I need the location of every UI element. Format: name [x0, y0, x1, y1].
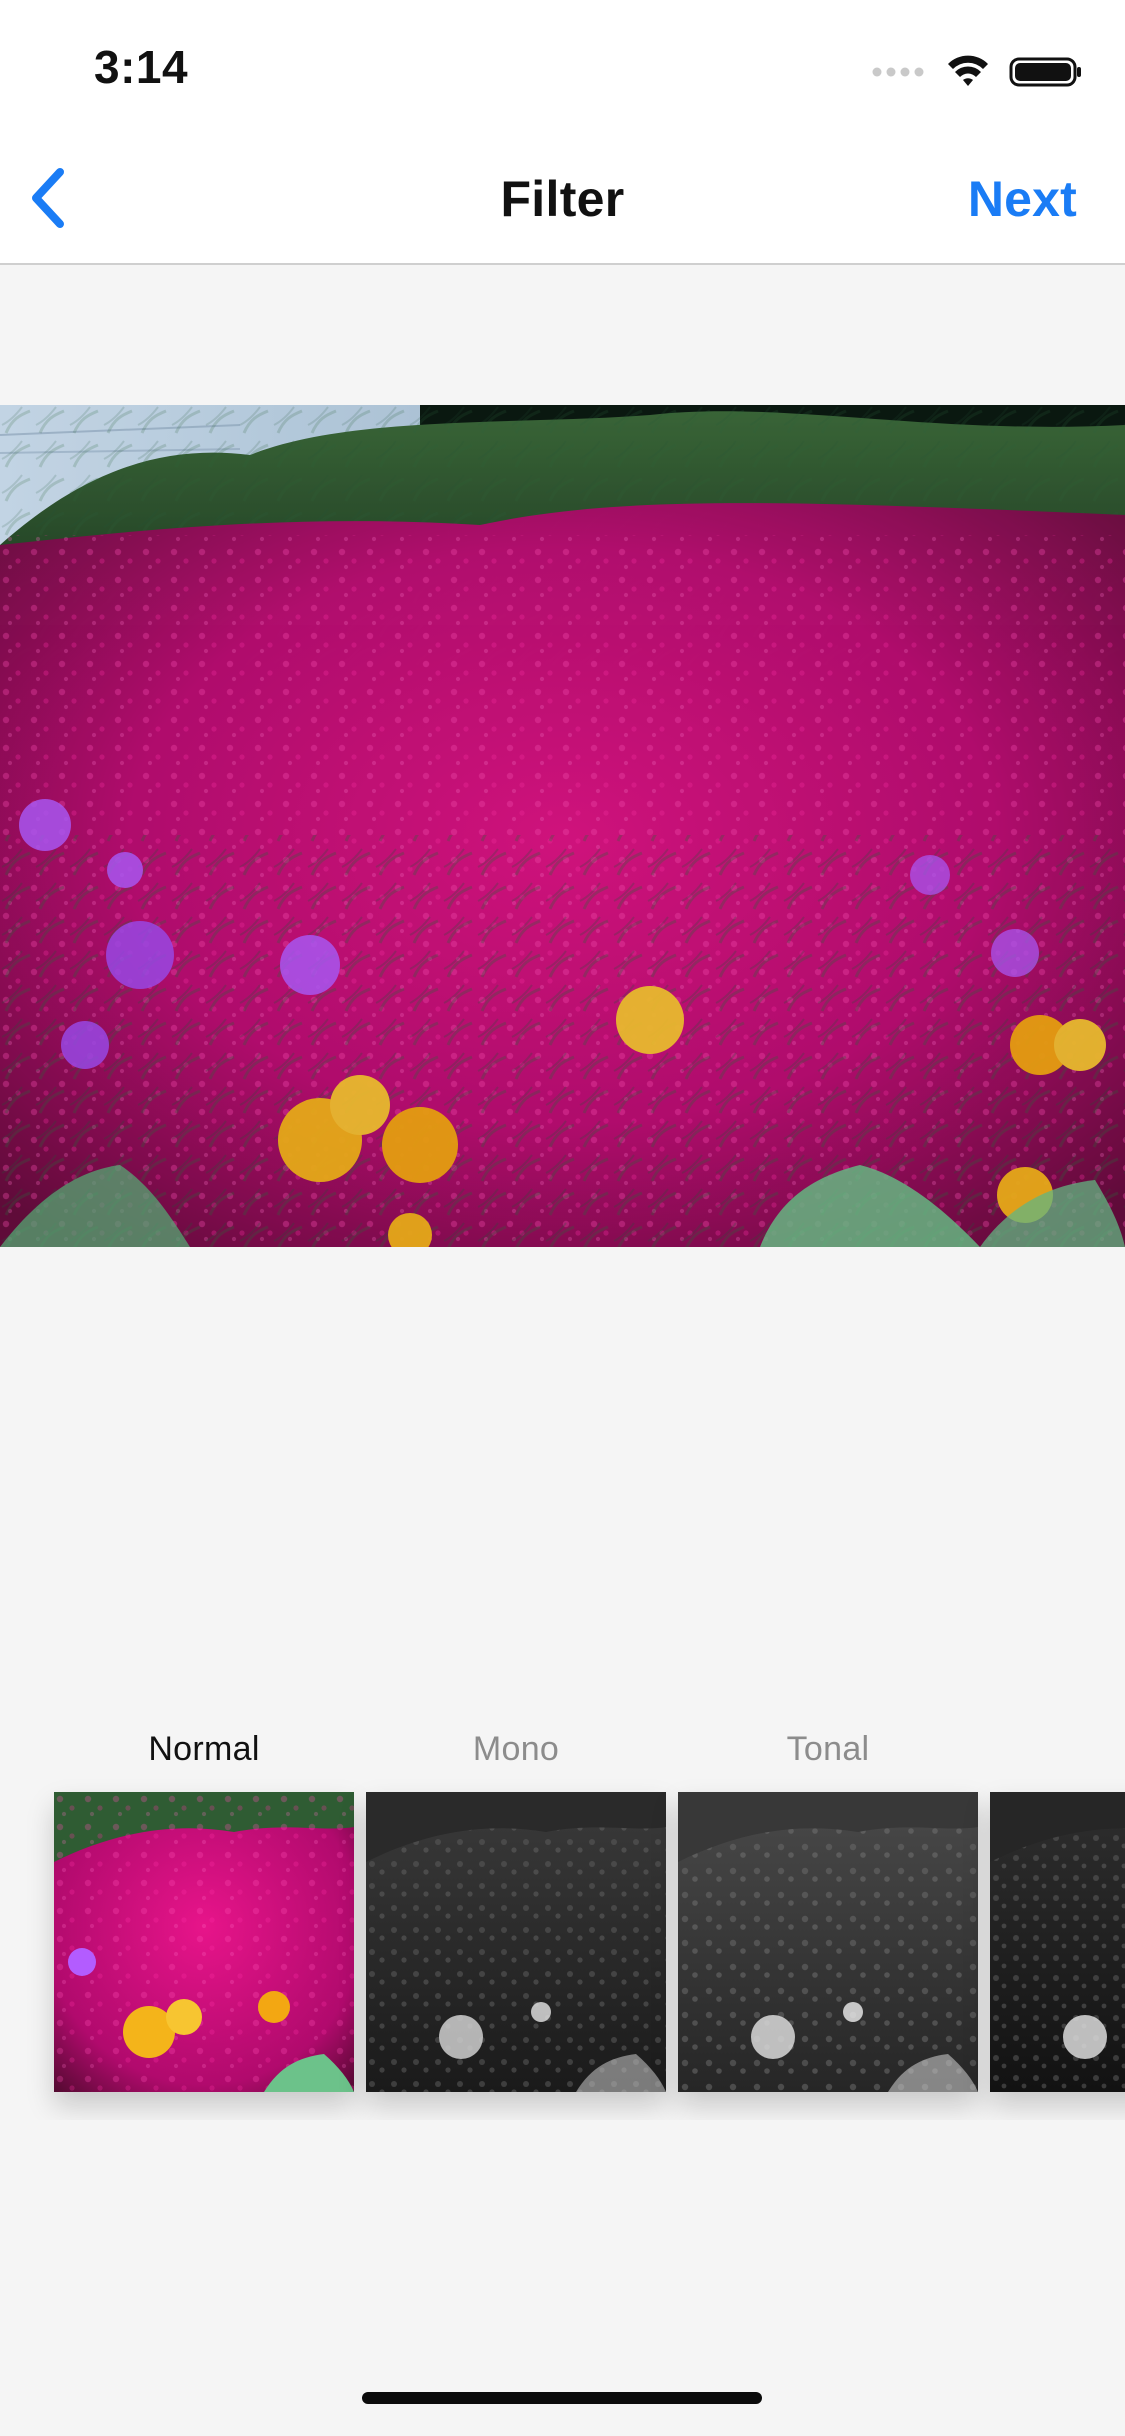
- page-title: Filter: [500, 171, 625, 227]
- filter-label-mono: Mono: [472, 1730, 560, 1768]
- filter-item-tonal[interactable]: Tonal: [678, 1720, 978, 2100]
- battery-icon: [1009, 57, 1081, 87]
- filter-item-mono[interactable]: Mono: [366, 1720, 666, 2100]
- thumb-flowers-mono: [366, 1792, 666, 2092]
- filter-thumb-mono[interactable]: [366, 1792, 666, 2092]
- main-photo: [0, 405, 1125, 1247]
- filter-strip: Normal Mono Tonal: [0, 1720, 1125, 2120]
- cellular-dots-icon: [872, 67, 924, 77]
- status-time: 3:14: [94, 41, 189, 93]
- wifi-icon: [948, 55, 988, 86]
- thumb-flowers-next: [990, 1792, 1125, 2092]
- next-button[interactable]: Next: [968, 170, 1077, 228]
- filter-thumb-tonal[interactable]: [678, 1792, 978, 2092]
- filter-label-tonal: Tonal: [786, 1730, 870, 1768]
- chevron-left-icon: [32, 168, 64, 228]
- filter-label-next: N: [990, 1730, 1125, 1769]
- top-bar: 3:14 Filter Next: [0, 0, 1125, 265]
- photo-flowers: [0, 405, 1125, 1247]
- filter-thumb-next[interactable]: [990, 1792, 1125, 2092]
- back-button[interactable]: [18, 162, 78, 234]
- home-indicator: [362, 2392, 762, 2404]
- thumb-flowers-tonal: [678, 1792, 978, 2092]
- filter-thumb-normal[interactable]: [54, 1792, 354, 2092]
- thumb-flowers-normal: [54, 1792, 354, 2092]
- filter-item-normal[interactable]: Normal: [54, 1720, 354, 2100]
- filter-item-next[interactable]: N: [990, 1720, 1125, 2100]
- filter-label-normal: Normal: [148, 1730, 260, 1768]
- status-icons: [871, 52, 1083, 92]
